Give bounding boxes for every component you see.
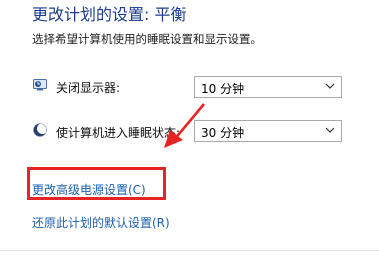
page-title: 更改计划的设置: 平衡 bbox=[32, 5, 187, 24]
moon-icon bbox=[33, 123, 48, 137]
annotation-arrow bbox=[164, 103, 205, 148]
chevron-down-icon bbox=[325, 127, 335, 133]
divider bbox=[0, 250, 379, 251]
chevron-down-icon bbox=[325, 83, 335, 89]
monitor-icon bbox=[33, 79, 47, 91]
display-off-label: 关闭显示器: bbox=[56, 81, 121, 95]
highlight-box bbox=[27, 167, 166, 200]
sleep-select[interactable]: 30 分钟 bbox=[194, 120, 342, 142]
restore-defaults-link[interactable]: 还原此计划的默认设置(R) bbox=[32, 214, 170, 231]
display-off-value: 10 分钟 bbox=[201, 82, 245, 96]
display-off-select[interactable]: 10 分钟 bbox=[194, 76, 342, 98]
page-subtitle: 选择希望计算机使用的睡眠设置和显示设置。 bbox=[32, 32, 262, 46]
